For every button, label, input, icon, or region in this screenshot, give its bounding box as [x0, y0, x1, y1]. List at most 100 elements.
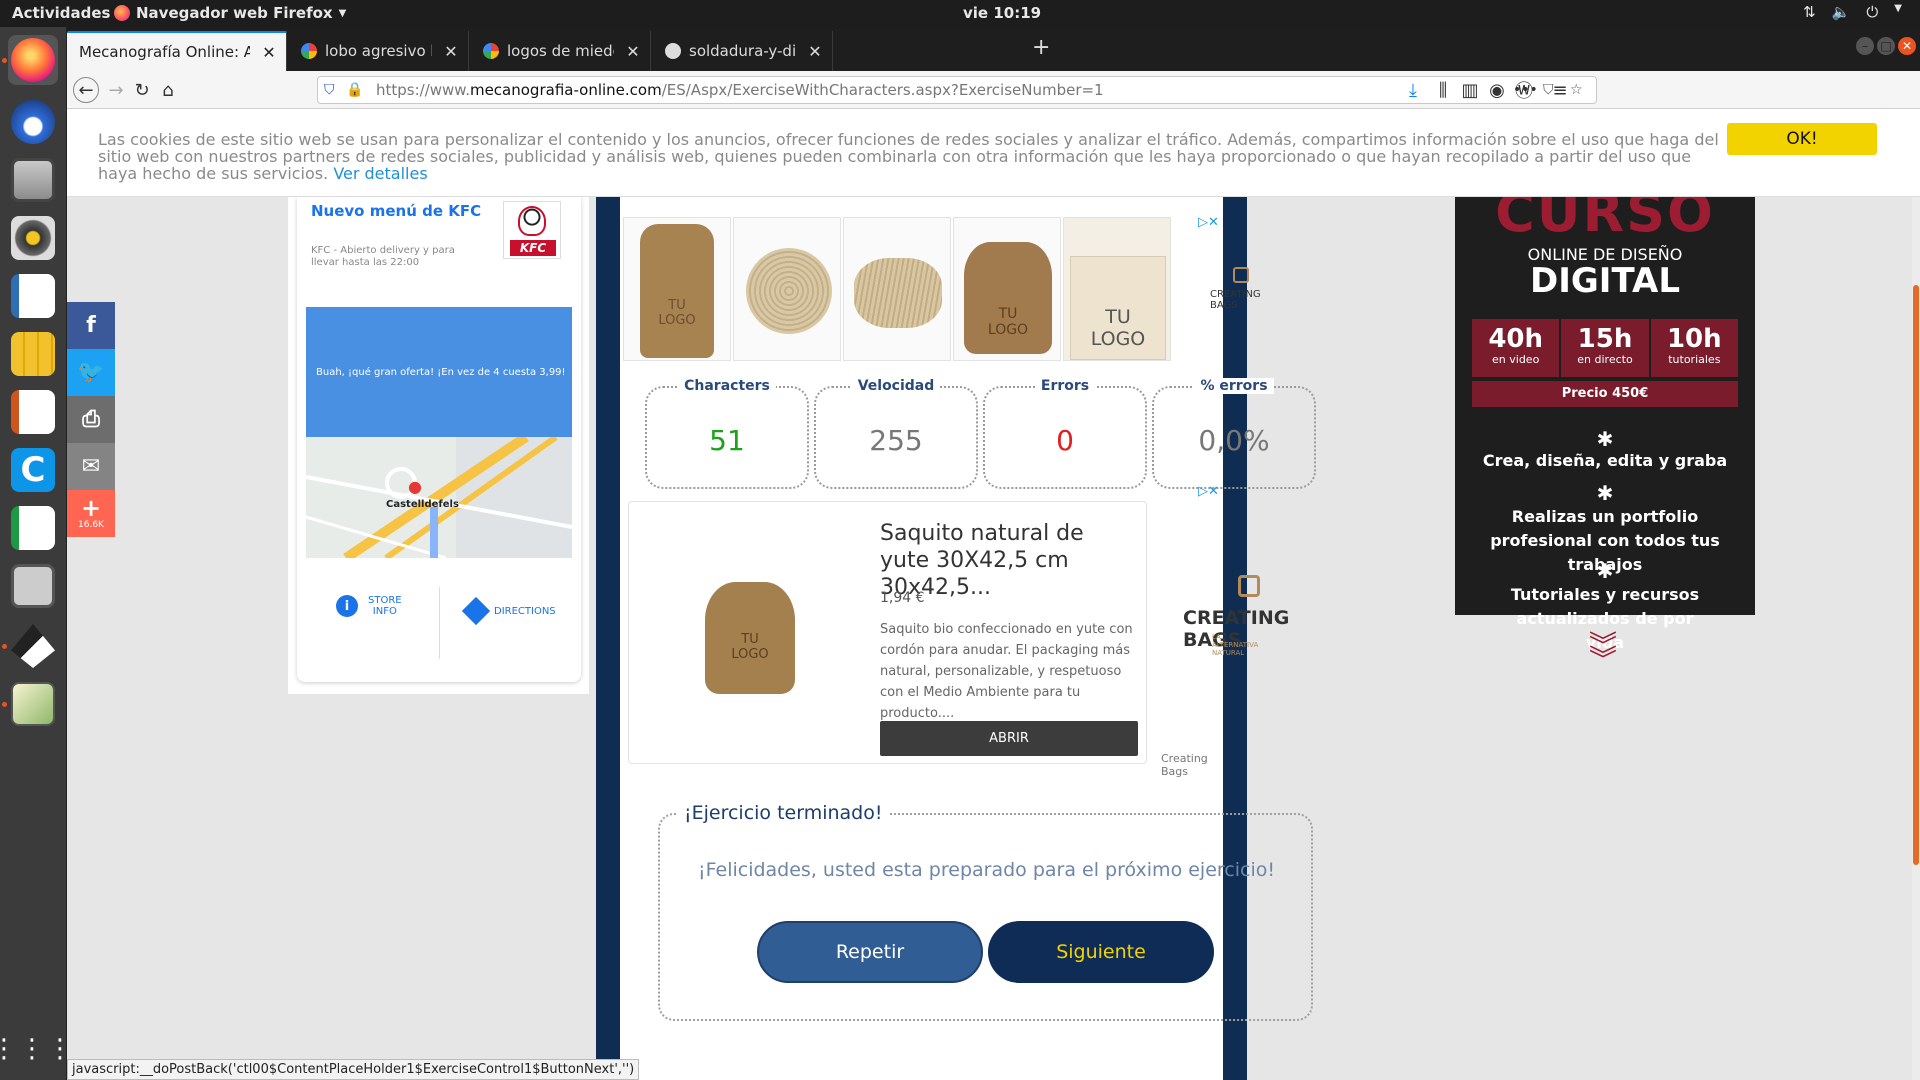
cookie-details-link[interactable]: Ver detalles — [333, 164, 427, 183]
ad-product-tote[interactable]: TU LOGO — [1063, 217, 1171, 361]
ad-product-bag-bottle[interactable]: TU LOGO — [623, 217, 731, 361]
sidebar-button[interactable]: ▥ — [1457, 77, 1483, 103]
app-menu-label: Navegador web Firefox — [136, 4, 333, 22]
ad-source[interactable]: Creating Bags — [1161, 752, 1223, 778]
close-icon[interactable]: ✕ — [622, 42, 644, 61]
repeat-button[interactable]: Repetir — [757, 921, 983, 983]
kfc-ad-panel: Nuevo menú de KFC KFC - Abierto delivery… — [288, 197, 589, 694]
store-info-button[interactable]: i STORE INFO — [336, 595, 402, 617]
result-message: ¡Felicidades, usted esta preparado para … — [698, 859, 1275, 881]
back-button[interactable]: ← — [73, 77, 99, 103]
info-icon: i — [336, 595, 358, 617]
chevron-down-icon: ︾ ︾ — [1589, 629, 1618, 676]
scrollbar[interactable] — [1912, 197, 1920, 1080]
show-applications-button[interactable]: ⋮⋮⋮ — [0, 1024, 73, 1074]
dock-impress[interactable] — [8, 387, 58, 437]
kfc-ad-title[interactable]: Nuevo menú de KFC — [311, 202, 481, 220]
print-button[interactable]: ⎙ — [67, 396, 115, 443]
url-path: /ES/Aspx/ExerciseWithCharacters.aspx?Exe… — [661, 81, 1104, 99]
bag-logo-text: TU LOGO — [731, 632, 769, 662]
twitter-share-button[interactable]: 🐦 — [67, 349, 115, 396]
kfc-promo-text: Buah, ¡qué gran oferta! ¡En vez de 4 cue… — [316, 366, 566, 378]
network-icon: ⇅ — [1803, 3, 1816, 21]
maximize-button[interactable]: □ — [1877, 37, 1895, 55]
course-stat-num: 40h — [1488, 324, 1544, 354]
ad-headline[interactable]: Saquito natural de yute 30X42,5 cm 30x42… — [880, 520, 1130, 601]
ad-product-twine-1[interactable] — [733, 217, 841, 361]
directions-button[interactable]: DIRECTIONS — [461, 596, 556, 626]
course-ad[interactable]: CURSO ONLINE DE DISEÑO DIGITAL 40h en vid… — [1455, 181, 1755, 652]
tab-lobo[interactable]: lobo agresivo blanco y ne ✕ — [289, 31, 469, 71]
new-tab-button[interactable]: + — [1032, 35, 1050, 60]
dock-software[interactable] — [8, 329, 58, 379]
exercise-content: TU LOGO TU LOGO TU LOGO CREATING BAGS ▷✕… — [620, 197, 1316, 1080]
facebook-share-button[interactable]: f — [67, 302, 115, 349]
ad-product-sack[interactable]: TU LOGO — [953, 217, 1061, 361]
firefox-icon — [11, 38, 55, 82]
dock-files[interactable] — [8, 155, 58, 205]
close-icon[interactable]: ✕ — [258, 43, 280, 62]
kfc-ad-card[interactable]: Nuevo menú de KFC KFC - Abierto delivery… — [297, 197, 581, 682]
cookie-banner: Las cookies de este sitio web se usan pa… — [67, 109, 1920, 197]
scrollbar-thumb[interactable] — [1913, 285, 1919, 865]
minimize-button[interactable]: – — [1856, 37, 1874, 55]
forward-button[interactable]: → — [103, 77, 129, 103]
inkscape-icon — [11, 624, 55, 668]
product-ad-card[interactable]: TU LOGO Saquito natural de yute 30X42,5 … — [628, 501, 1147, 764]
dock-image-viewer[interactable] — [8, 679, 58, 729]
email-share-button[interactable]: ✉ — [67, 443, 115, 490]
tab-strip: Mecanografía Online: Apren ✕ lobo agresi… — [67, 27, 1920, 71]
ad-brand-name: CREATING BAGS — [1210, 289, 1261, 311]
url-host: mecanografia-online.com — [469, 81, 662, 99]
extension-button[interactable]: Ⓦ — [1511, 77, 1537, 103]
dock-app-c[interactable]: C — [8, 445, 58, 495]
more-share-button[interactable]: + 16.6K — [67, 490, 115, 537]
directions-label: DIRECTIONS — [494, 605, 556, 617]
tab-soldadura[interactable]: soldadura-y-dise-/inkscap ✕ — [653, 31, 833, 71]
dock-firefox[interactable] — [8, 35, 58, 85]
kfc-map[interactable]: ● Castelldefels — [306, 437, 572, 558]
dock-thunderbird[interactable] — [8, 97, 58, 147]
clock[interactable]: vie 10:19 — [963, 4, 1041, 22]
home-button[interactable]: ⌂ — [155, 77, 181, 103]
dock-calculator[interactable] — [8, 561, 58, 611]
google-icon — [301, 43, 317, 59]
ad-open-button[interactable]: ABRIR — [880, 721, 1138, 756]
close-icon[interactable]: ✕ — [440, 42, 462, 61]
downloads-button[interactable]: ⤓ — [1400, 77, 1426, 103]
account-button[interactable]: ◉ — [1484, 77, 1510, 103]
ad-choices-icon[interactable]: ▷✕ — [1198, 484, 1219, 499]
map-pin-icon: ● — [408, 477, 422, 496]
print-icon: ⎙ — [82, 407, 100, 432]
cookie-text: Las cookies de este sitio web se usan pa… — [98, 131, 1728, 182]
close-icon[interactable]: ✕ — [804, 42, 826, 61]
twine-roll-image — [854, 258, 942, 328]
cookie-ok-button[interactable]: OK! — [1727, 123, 1877, 155]
document-icon — [11, 274, 55, 318]
reload-button[interactable]: ↻ — [129, 77, 155, 103]
close-window-button[interactable]: ✕ — [1898, 37, 1916, 55]
tab-mecanografia[interactable]: Mecanografía Online: Apren ✕ — [67, 31, 287, 71]
main-column: TU LOGO TU LOGO TU LOGO CREATING BAGS ▷✕… — [596, 197, 1316, 1080]
kfc-promo-banner[interactable]: Buah, ¡qué gran oferta! ¡En vez de 4 cue… — [306, 307, 572, 437]
system-tray[interactable]: ⇅ 🔈 ⏻ ▼ — [1803, 3, 1902, 21]
dock-rhythmbox[interactable] — [8, 213, 58, 263]
page-content: Las cookies de este sitio web se usan pa… — [67, 109, 1920, 1080]
dock-writer[interactable] — [8, 271, 58, 321]
stat-label: Errors — [1034, 378, 1096, 394]
library-button[interactable]: ⫼ — [1430, 77, 1456, 103]
menu-button[interactable]: ≡ — [1547, 77, 1573, 103]
bag-logo-text: TU LOGO — [987, 306, 1029, 338]
dock-inkscape[interactable] — [8, 621, 58, 671]
course-price: Precio 450€ — [1472, 381, 1738, 407]
ad-choices-icon[interactable]: ▷✕ — [1198, 215, 1219, 230]
extension-icon: Ⓦ — [1515, 81, 1533, 102]
ad-product-twine-2[interactable] — [843, 217, 951, 361]
dock-calc[interactable] — [8, 503, 58, 553]
running-indicator — [2, 58, 7, 63]
share-count: 16.6K — [78, 519, 104, 530]
activities-button[interactable]: Actividades — [12, 4, 110, 22]
tab-logos[interactable]: logos de miedo - Cerca de ✕ — [471, 31, 651, 71]
app-menu[interactable]: Navegador web Firefox ▼ — [114, 4, 346, 22]
next-button[interactable]: Siguiente — [988, 921, 1214, 983]
